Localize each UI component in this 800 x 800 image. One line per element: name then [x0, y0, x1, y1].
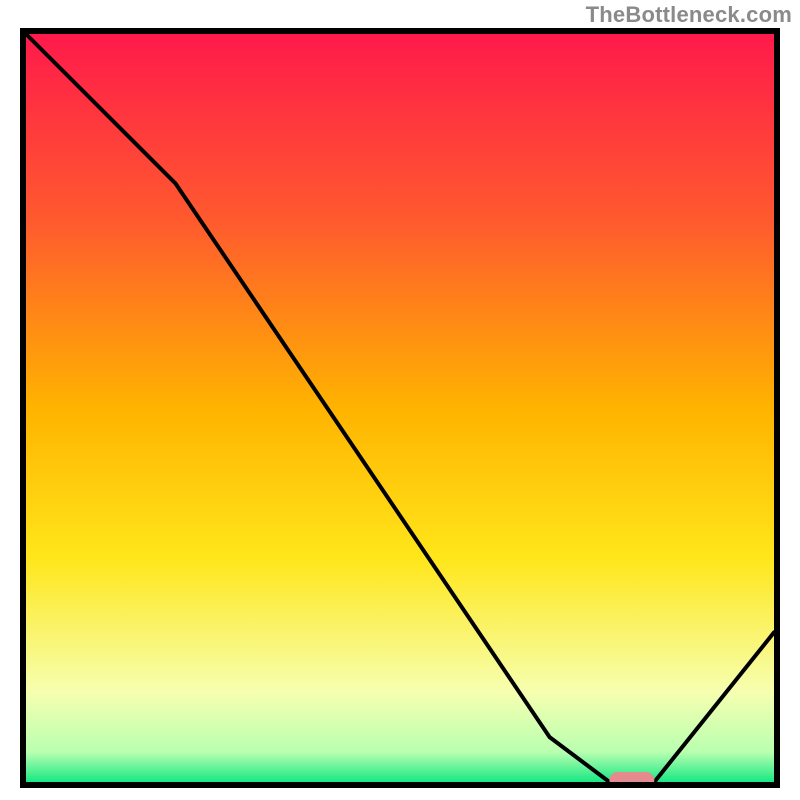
chart-container: TheBottleneck.com — [0, 0, 800, 800]
chart-svg — [20, 28, 780, 788]
plot-area — [20, 28, 780, 788]
attribution-label: TheBottleneck.com — [586, 2, 792, 28]
